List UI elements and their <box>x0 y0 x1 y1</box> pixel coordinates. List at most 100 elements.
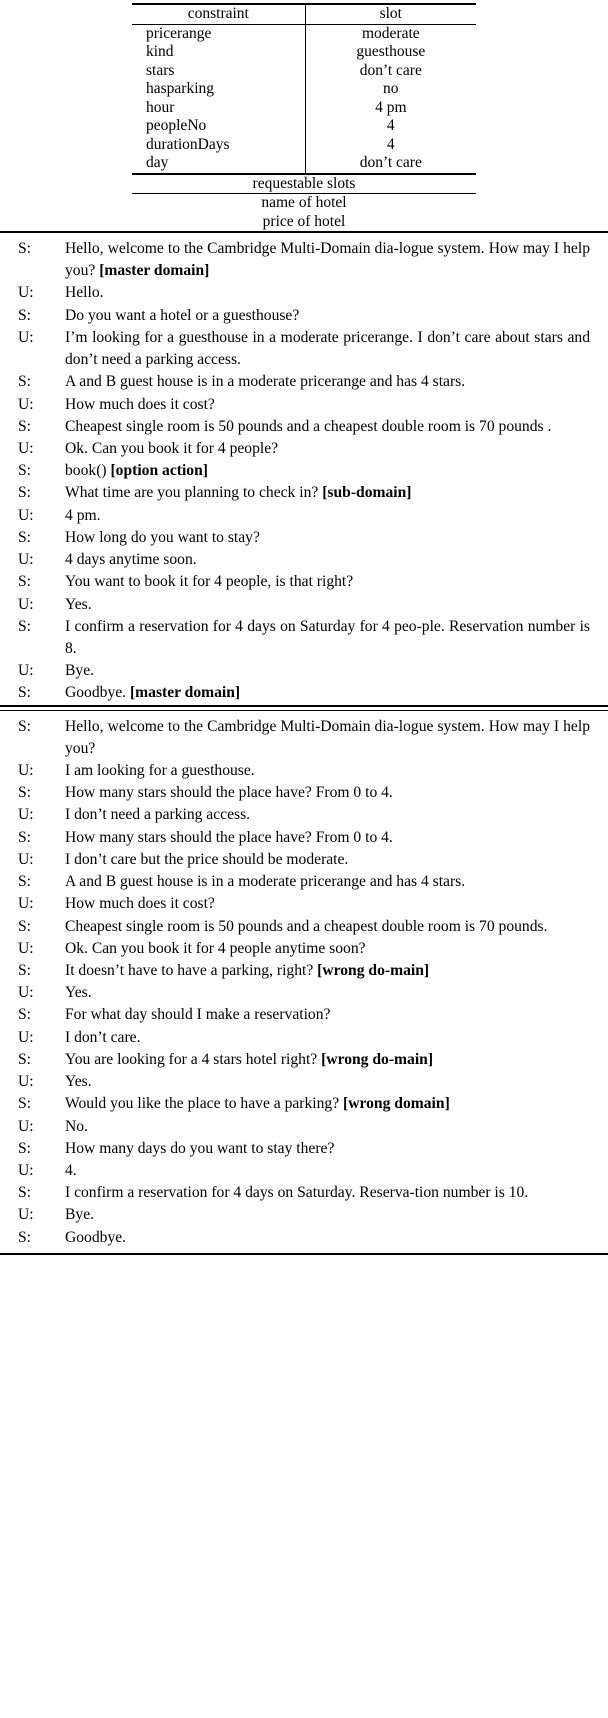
speaker-label: U: <box>18 551 34 569</box>
speaker-label: U: <box>18 1161 34 1179</box>
dialogue-turn: S: Hello, welcome to the Cambridge Multi-… <box>18 716 590 760</box>
annotation-tag: [master domain] <box>99 262 210 280</box>
speaker-label: S: <box>18 240 32 257</box>
speaker-label: U: <box>18 284 34 302</box>
utterance-text: Do you want a hotel or a guesthouse? <box>65 305 590 327</box>
speaker-label: U: <box>18 939 34 957</box>
utterance-text: How much does it cost? <box>65 394 590 416</box>
utterance-body: How many stars should the place have? Fr… <box>65 784 393 802</box>
speaker-label: U: <box>18 395 34 413</box>
utterance-body: A and B guest house is in a moderate pri… <box>65 373 466 391</box>
cell-constraint: durationDays <box>132 135 306 154</box>
utterance-body: Ok. Can you book it for 4 people anytime… <box>65 939 366 957</box>
dialogue-turn: U: 4 pm. <box>18 505 590 527</box>
annotation-tag: [wrong domain] <box>343 1095 450 1113</box>
dialogue-turn: S: It doesn’t have to have a parking, rig… <box>18 960 590 982</box>
table-head: constraint slot <box>132 4 476 24</box>
utterance-text: I confirm a reservation for 4 days on Sa… <box>65 616 590 660</box>
utterance-text: You want to book it for 4 people, is tha… <box>65 571 590 593</box>
utterance-body: How much does it cost? <box>65 895 215 913</box>
speaker-label: S: <box>18 873 32 891</box>
speaker-label: U: <box>18 1206 34 1224</box>
dialogue-turn: U: Bye. <box>18 1204 590 1226</box>
dialogue-turn: U: Yes. <box>18 1071 590 1093</box>
speaker-label: S: <box>18 573 32 591</box>
speaker-label: S: <box>18 1050 32 1068</box>
utterance-text: How many days do you want to stay there? <box>65 1138 590 1160</box>
utterance-text: How many stars should the place have? Fr… <box>65 782 590 804</box>
utterance-body: I don’t care. <box>65 1028 141 1046</box>
cell-constraint: day <box>132 154 306 174</box>
dialogue-turn: U: I don’t care but the price should be m… <box>18 849 590 871</box>
utterance-body: No. <box>65 1117 88 1135</box>
dialogue-turn: U: 4. <box>18 1160 590 1182</box>
utterance-text: A and B guest house is in a moderate pri… <box>65 871 590 893</box>
utterance-body: You want to book it for 4 people, is tha… <box>65 573 354 591</box>
utterance-body: You are looking for a 4 stars hotel righ… <box>65 1050 322 1068</box>
dialogue-2-bottom-rule <box>0 1252 608 1255</box>
speaker-label: S: <box>18 1095 32 1113</box>
speaker-label: S: <box>18 462 32 480</box>
utterance-body: Yes. <box>65 1073 92 1091</box>
speaker-label: S: <box>18 484 32 502</box>
utterance-body: I don’t care but the price should be mod… <box>65 850 349 868</box>
speaker-label: S: <box>18 684 32 702</box>
dialogue-turn: S: Cheapest single room is 50 pounds and … <box>18 916 590 938</box>
dialogue-turn: S: Cheapest single room is 50 pounds and … <box>18 416 590 438</box>
utterance-text: Bye. <box>65 1204 590 1226</box>
utterance-body: It doesn’t have to have a parking, right… <box>65 962 318 979</box>
speaker-label: U: <box>18 850 34 868</box>
dialogue-transcript-2: S: Hello, welcome to the Cambridge Multi-… <box>0 711 608 1253</box>
annotation-tag: [option action] <box>110 462 208 480</box>
utterance-body: Yes. <box>65 595 92 613</box>
cell-constraint: kind <box>132 43 306 62</box>
cell-constraint: hour <box>132 98 306 117</box>
dialogue-turn: S: I confirm a reservation for 4 days on … <box>18 1182 590 1204</box>
utterance-body: Yes. <box>65 984 92 1002</box>
speaker-label: S: <box>18 784 32 802</box>
speaker-label: U: <box>18 984 34 1002</box>
utterance-text: I don’t need a parking access. <box>65 804 590 826</box>
cell-slot-value: moderate <box>305 23 476 43</box>
speaker-label: S: <box>18 373 32 391</box>
utterance-text: Yes. <box>65 594 590 616</box>
cell-slot-value: 4 <box>386 117 395 134</box>
utterance-body: Hello, welcome to the Cambridge Multi-Do… <box>65 717 590 757</box>
speaker-label: S: <box>18 417 32 435</box>
cell-constraint: hasparking <box>132 80 306 99</box>
utterance-body: I confirm a reservation for 4 days on Sa… <box>65 1184 529 1202</box>
utterance-text: No. <box>65 1116 590 1138</box>
dialogue-turn: U: No. <box>18 1116 590 1138</box>
utterance-text: I don’t care but the price should be mod… <box>65 849 590 871</box>
speaker-label: U: <box>18 806 34 824</box>
utterance-text: A and B guest house is in a moderate pri… <box>65 371 590 393</box>
dialogue-turn: U: I don’t care. <box>18 1027 590 1049</box>
utterance-text: Hello. <box>65 282 590 304</box>
speaker-label: U: <box>18 595 34 613</box>
cell-slot-value: 4 pm <box>375 98 407 116</box>
utterance-text: 4 days anytime soon. <box>65 549 590 571</box>
dialogue-turn: U: Hello. <box>18 282 590 304</box>
utterance-text: Cheapest single room is 50 pounds and a … <box>65 916 590 938</box>
utterance-body: Hello. <box>65 284 104 302</box>
speaker-label: U: <box>18 1028 34 1046</box>
table-row: hasparking no <box>132 80 476 99</box>
dialogue-turn: S: You are looking for a 4 stars hotel ri… <box>18 1049 590 1071</box>
utterance-text: Goodbye. <box>65 1227 590 1249</box>
utterance-text: Hello, welcome to the Cambridge Multi-Do… <box>65 238 590 282</box>
table-row: pricerange moderate <box>132 23 476 43</box>
utterance-body: Do you want a hotel or a guesthouse? <box>65 306 300 324</box>
utterance-body: Goodbye. <box>65 1228 127 1246</box>
dialogue-turn: U: Bye. <box>18 660 590 682</box>
utterance-text: Cheapest single room is 50 pounds and a … <box>65 416 590 438</box>
table-row: peopleNo 4 <box>132 117 476 136</box>
table-body: pricerange moderate kind guesthouse stars don… <box>132 23 476 174</box>
column-header-constraint: constraint <box>132 4 306 24</box>
utterance-text: 4. <box>65 1160 590 1182</box>
utterance-text: Would you like the place to have a parki… <box>65 1093 590 1115</box>
dialogue-turn: S: How many stars should the place have? … <box>18 782 590 804</box>
dialogue-turn: S: Hello, welcome to the Cambridge Multi-… <box>18 238 590 282</box>
dialogue-turn: S: Goodbye. [master domain] <box>18 682 590 704</box>
cell-constraint: pricerange <box>132 23 306 43</box>
utterance-body: book() <box>65 462 111 480</box>
